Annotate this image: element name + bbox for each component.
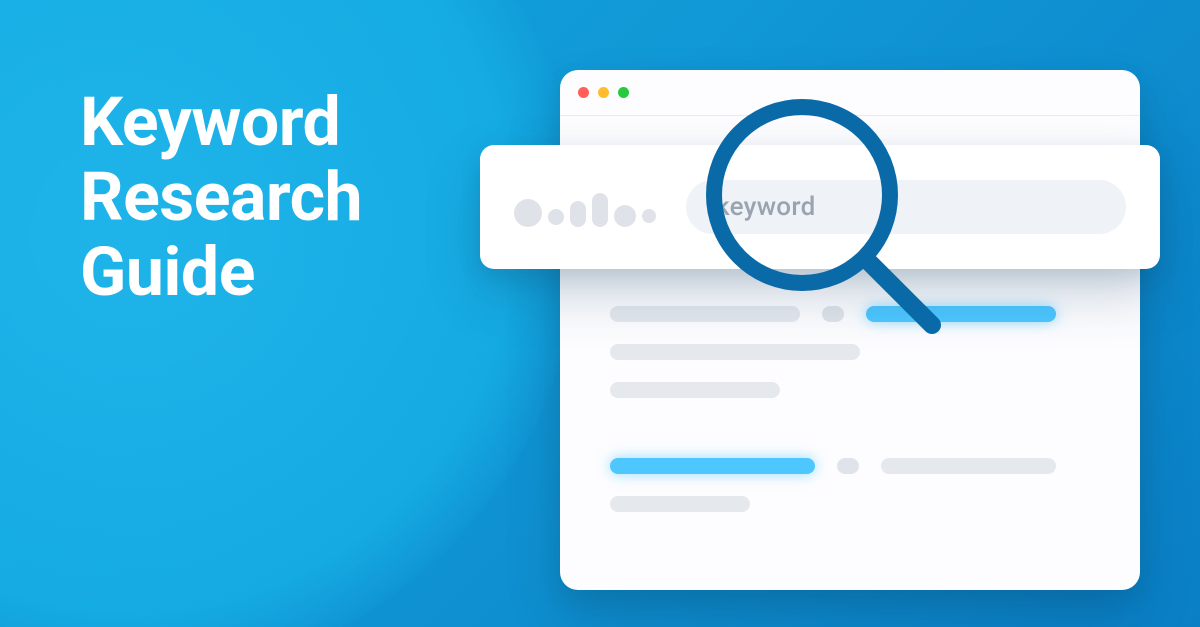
placeholder-line [822, 306, 844, 322]
placeholder-line [837, 458, 859, 474]
search-input[interactable]: keyword [686, 180, 1126, 234]
result-item [610, 458, 1090, 512]
highlighted-keyword-line [866, 306, 1056, 322]
zoom-icon[interactable] [618, 87, 629, 98]
placeholder-line [610, 344, 860, 360]
search-bar-card: keyword [480, 145, 1160, 269]
search-engine-logo [514, 187, 656, 227]
placeholder-line [610, 306, 800, 322]
placeholder-line [881, 458, 1056, 474]
placeholder-line [610, 382, 780, 398]
page-title: Keyword Research Guide [80, 85, 362, 309]
close-icon[interactable] [578, 87, 589, 98]
minimize-icon[interactable] [598, 87, 609, 98]
highlighted-keyword-line [610, 458, 815, 474]
placeholder-line [610, 496, 750, 512]
result-item [610, 306, 1090, 398]
window-titlebar [560, 70, 1140, 116]
search-query-text: keyword [716, 192, 816, 222]
